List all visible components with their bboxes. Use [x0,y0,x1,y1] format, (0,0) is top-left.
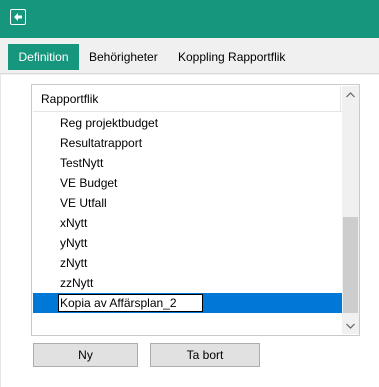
tab-definition[interactable]: Definition [8,44,79,70]
chevron-down-icon[interactable] [342,317,359,334]
delete-button[interactable]: Ta bort [150,343,260,367]
list-item[interactable]: Reg projektbudget [33,113,342,133]
title-bar [0,0,379,38]
list-item[interactable]: zNytt [33,253,342,273]
list-item[interactable]: VE Utfall [33,193,342,213]
app-icon [10,9,26,25]
list-item[interactable]: yNytt [33,233,342,253]
column-header-rapportflik[interactable]: Rapportflik [33,86,342,112]
scroll-thumb[interactable] [343,217,358,313]
tab-behorigheter[interactable]: Behörigheter [89,44,158,70]
chevron-up-icon[interactable] [342,86,359,103]
list-item[interactable]: Resultatrapport [33,133,342,153]
rapportflik-list[interactable]: Rapportflik Reg projektbudget Resultatra… [31,84,360,336]
rename-input[interactable] [58,294,203,312]
list-item[interactable]: VE Budget [33,173,342,193]
column-divider [340,86,341,112]
list-item[interactable]: zzNytt [33,273,342,293]
list-item-editing[interactable] [33,293,342,313]
list-item[interactable]: xNytt [33,213,342,233]
tab-koppling-rapportflik[interactable]: Koppling Rapportflik [178,44,285,70]
vertical-scrollbar[interactable] [342,86,359,334]
list-item[interactable]: TestNytt [33,153,342,173]
new-button[interactable]: Ny [33,343,138,367]
